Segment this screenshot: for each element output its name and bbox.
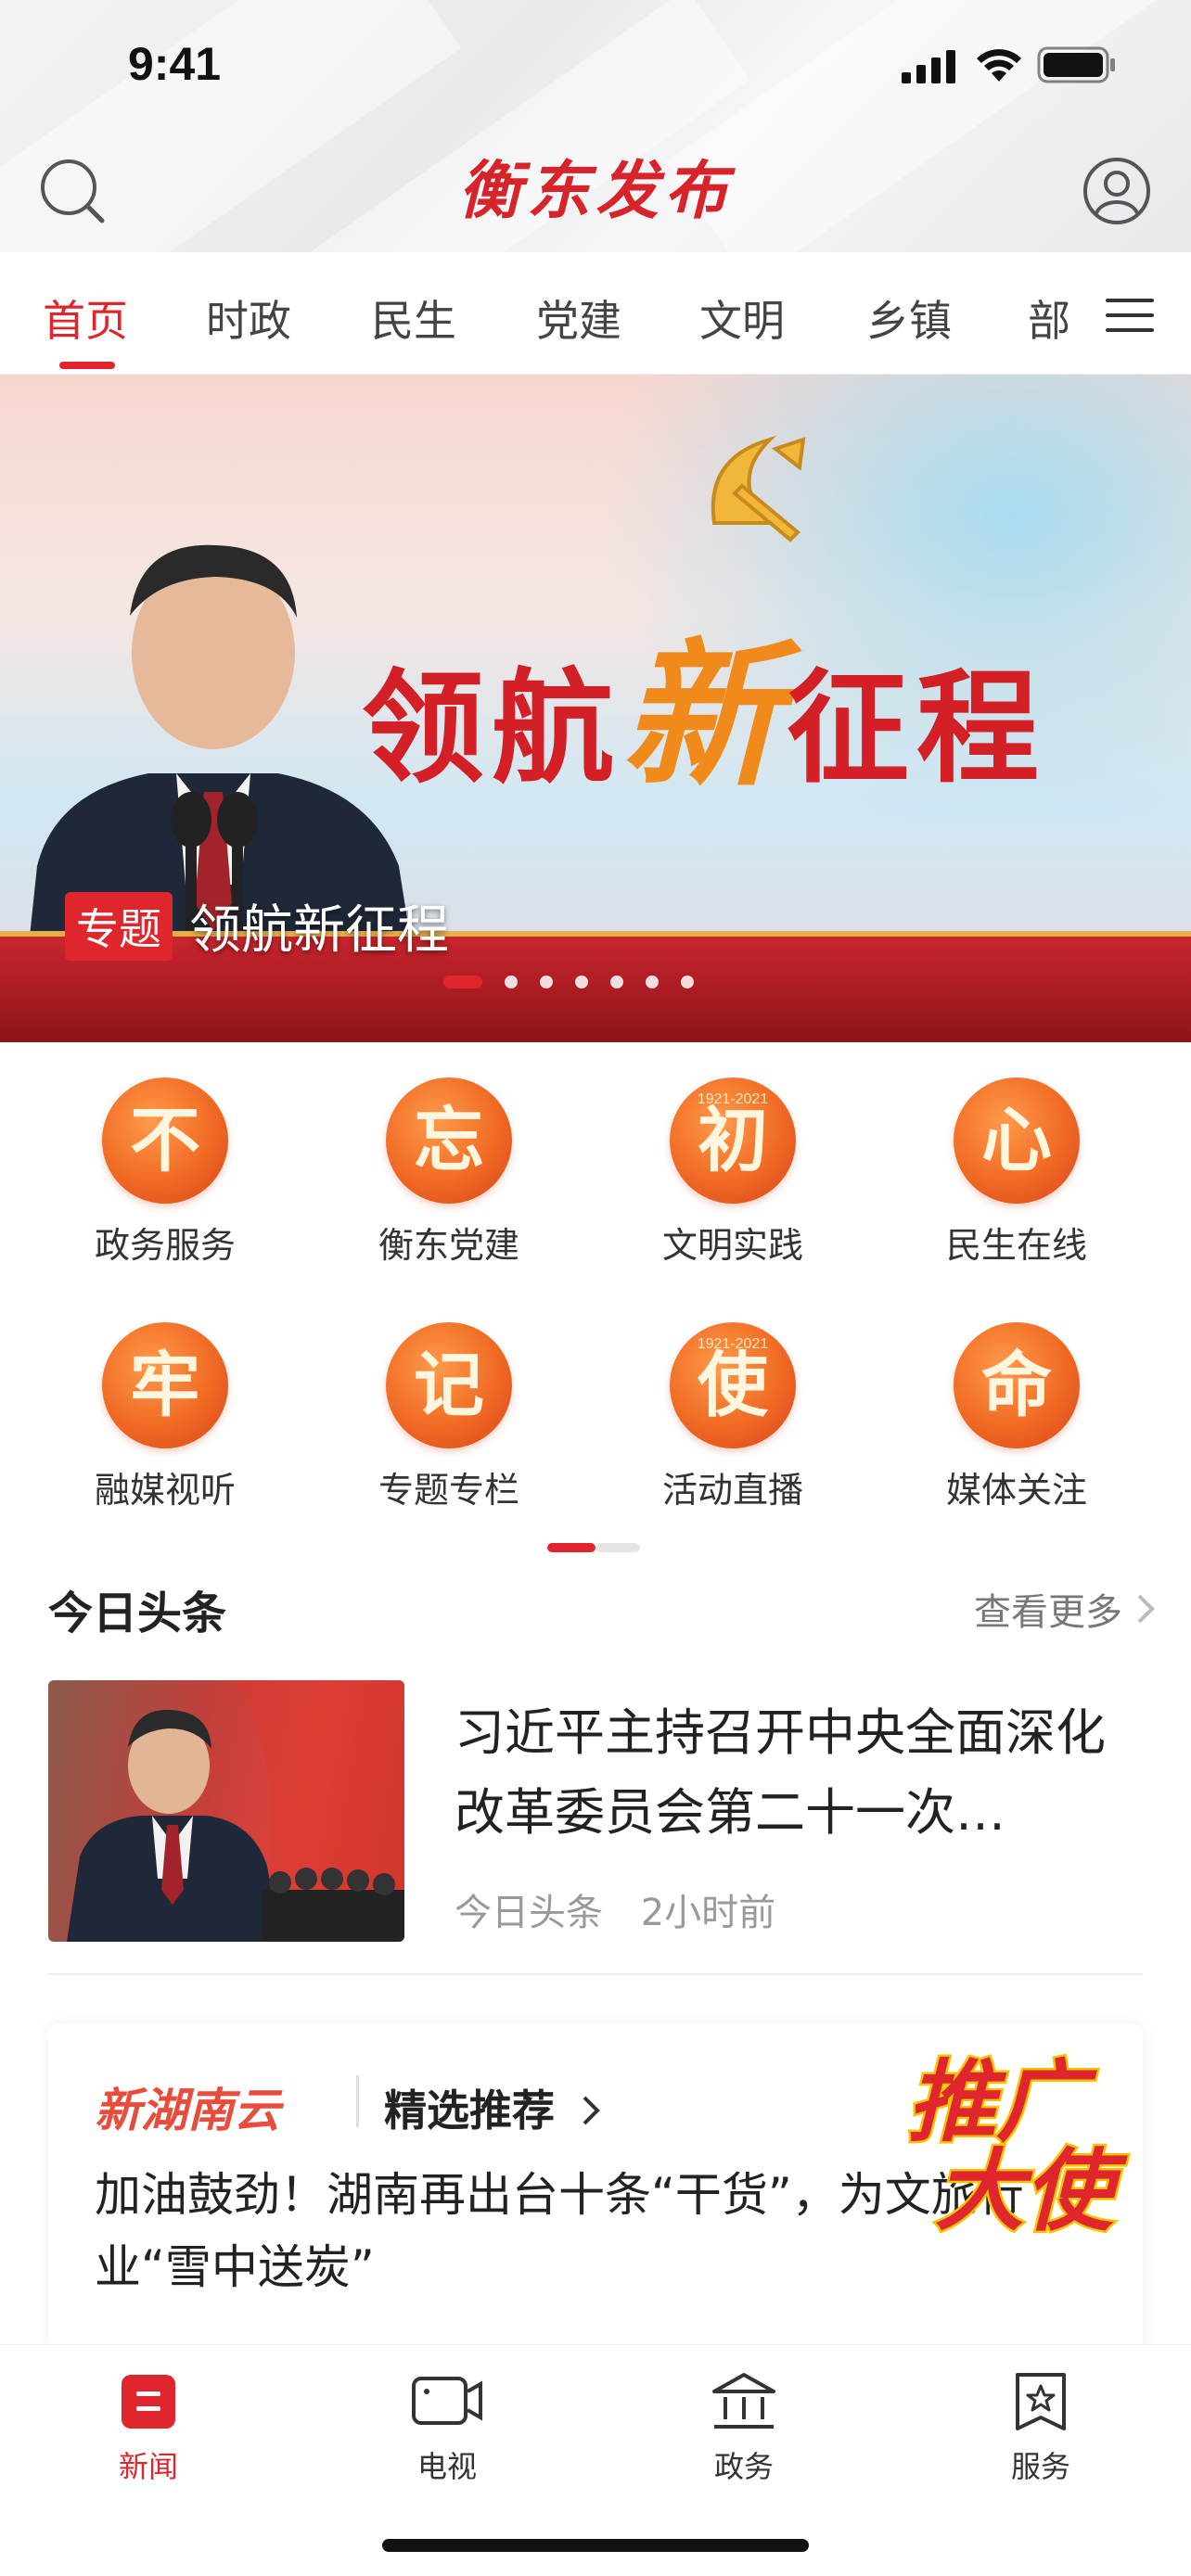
brand-logo: 新湖南云 [95,2084,280,2137]
nav-label: 电视 [416,2449,477,2484]
divider [48,1973,1143,1975]
grid-item-livelihood-online[interactable]: 心 民生在线 [915,1078,1119,1268]
view-more-label: 查看更多 [974,1591,1122,1634]
tab-civilization[interactable]: 文明 [699,287,785,349]
nav-label: 服务 [1010,2449,1070,2484]
grid-icon-wang: 忘 [386,1078,512,1204]
page-indicator-inactive [596,1543,640,1552]
recommend-link[interactable]: 精选推荐 [384,2077,605,2138]
chevron-right-icon [1137,1594,1155,1624]
nav-label: 政务 [713,2449,774,2484]
section-title: 今日头条 [48,1588,227,1639]
carousel-dot[interactable] [681,976,694,988]
grid-item-media-audiovisual[interactable]: 牢 融媒视听 [63,1322,267,1512]
grid-icon-shi: 1921-2021 使 [670,1322,796,1448]
grid-icon-ji: 记 [386,1322,512,1448]
carousel-dot[interactable] [575,976,588,988]
carousel-dots [443,976,716,988]
grid-page-indicator [547,1543,640,1552]
tab-politics[interactable]: 时政 [206,287,291,349]
banner-headline: 领航新征程 [362,625,1047,809]
grid-label: 融媒视听 [94,1470,236,1511]
grid-item-government-service[interactable]: 不 政务服务 [63,1078,267,1268]
nav-news[interactable]: 新闻 [74,2369,223,2486]
grid-icon-xin: 心 [954,1078,1080,1204]
battery-icon [1037,46,1115,83]
grid-item-party-building[interactable]: 忘 衡东党建 [347,1078,551,1268]
divider [356,2075,359,2127]
carousel-dot[interactable] [610,976,623,988]
tab-party[interactable]: 党建 [536,287,621,349]
grid-item-live-events[interactable]: 1921-2021 使 活动直播 [631,1322,835,1512]
grid-icon-ming: 命 [954,1322,1080,1448]
news-source: 今日头条 [455,1892,603,1934]
government-icon [712,2373,775,2429]
app-logo: 衡东发布 [457,155,733,228]
topic-tag: 专题 [65,891,173,961]
tab-home[interactable]: 首页 [43,287,128,349]
tab-departments[interactable]: 部 [1028,287,1070,349]
grid-icon-lao: 牢 [102,1322,228,1448]
grid-label: 文明实践 [661,1225,803,1266]
banner-carousel[interactable]: 领航新征程 专题 领航新征程 [0,375,1191,1042]
grid-label: 专题专栏 [378,1470,519,1511]
carousel-dot[interactable] [505,976,518,988]
news-meta: 今日头条 2小时前 [455,1882,775,1936]
news-icon [122,2375,175,2429]
nav-service[interactable]: 服务 [967,2369,1115,2486]
grid-icon-caption: 1921-2021 [697,1091,769,1107]
menu-icon[interactable] [1104,295,1156,336]
view-more-link[interactable]: 查看更多 [974,1582,1159,1636]
grid-item-special-column[interactable]: 记 专题专栏 [347,1322,551,1512]
tv-icon [412,2377,482,2425]
service-icon [1016,2373,1066,2430]
grid-icon-glyph: 初 [698,1099,768,1181]
svg-text:大使: 大使 [935,2139,1128,2235]
banner-caption-text: 领航新征程 [189,900,449,961]
grid-label: 政务服务 [94,1225,236,1266]
grid-label: 活动直播 [661,1470,803,1511]
grid-item-civilization-practice[interactable]: 1921-2021 初 文明实践 [631,1078,835,1268]
party-emblem-icon [711,435,806,542]
grid-icon-bu: 不 [102,1078,228,1204]
carousel-dot[interactable] [540,976,553,988]
grid-item-media-focus[interactable]: 命 媒体关注 [915,1322,1119,1512]
category-tabs: 首页 时政 民生 党建 文明 乡镇 部 [0,252,1191,375]
recommend-label: 精选推荐 [384,2085,555,2136]
grid-icon-chu: 1921-2021 初 [670,1078,796,1204]
page-indicator-active [547,1543,596,1552]
grid-label: 衡东党建 [378,1225,519,1266]
promotion-ambassador-badge: 推广 大使 [905,2048,1131,2236]
status-time: 9:41 [128,38,222,90]
recommend-card[interactable]: 新湖南云 精选推荐 加油鼓劲！湖南再出台十条“干货”，为文旅行业“雪中送炭” 推… [48,2023,1143,2357]
tab-township[interactable]: 乡镇 [866,287,952,349]
tab-livelihood[interactable]: 民生 [371,287,456,349]
home-indicator [382,2539,809,2552]
nav-label: 新闻 [118,2449,178,2484]
nav-government[interactable]: 政务 [670,2369,818,2486]
nav-tv[interactable]: 电视 [373,2369,521,2486]
signal-icon [902,50,955,83]
grid-icon-caption: 1921-2021 [697,1336,769,1352]
news-title[interactable]: 习近平主持召开中央全面深化改革委员会第二十一次… [455,1693,1141,1853]
news-thumbnail[interactable] [48,1680,404,1942]
grid-label: 民生在线 [945,1225,1087,1266]
wifi-icon [977,49,1021,82]
carousel-dot[interactable] [646,976,659,988]
active-tab-indicator [59,362,115,369]
news-time: 2小时前 [640,1892,776,1934]
news-thumbnail-illustration [67,1680,404,1942]
banner-caption: 专题 领航新征程 [65,888,449,963]
grid-icon-glyph: 使 [698,1344,768,1426]
profile-icon[interactable] [1082,156,1152,226]
top-header: 9:41 衡东发布 [0,0,1191,252]
grid-label: 媒体关注 [945,1470,1087,1511]
carousel-dot[interactable] [443,976,482,988]
chevron-right-icon [583,2096,600,2125]
